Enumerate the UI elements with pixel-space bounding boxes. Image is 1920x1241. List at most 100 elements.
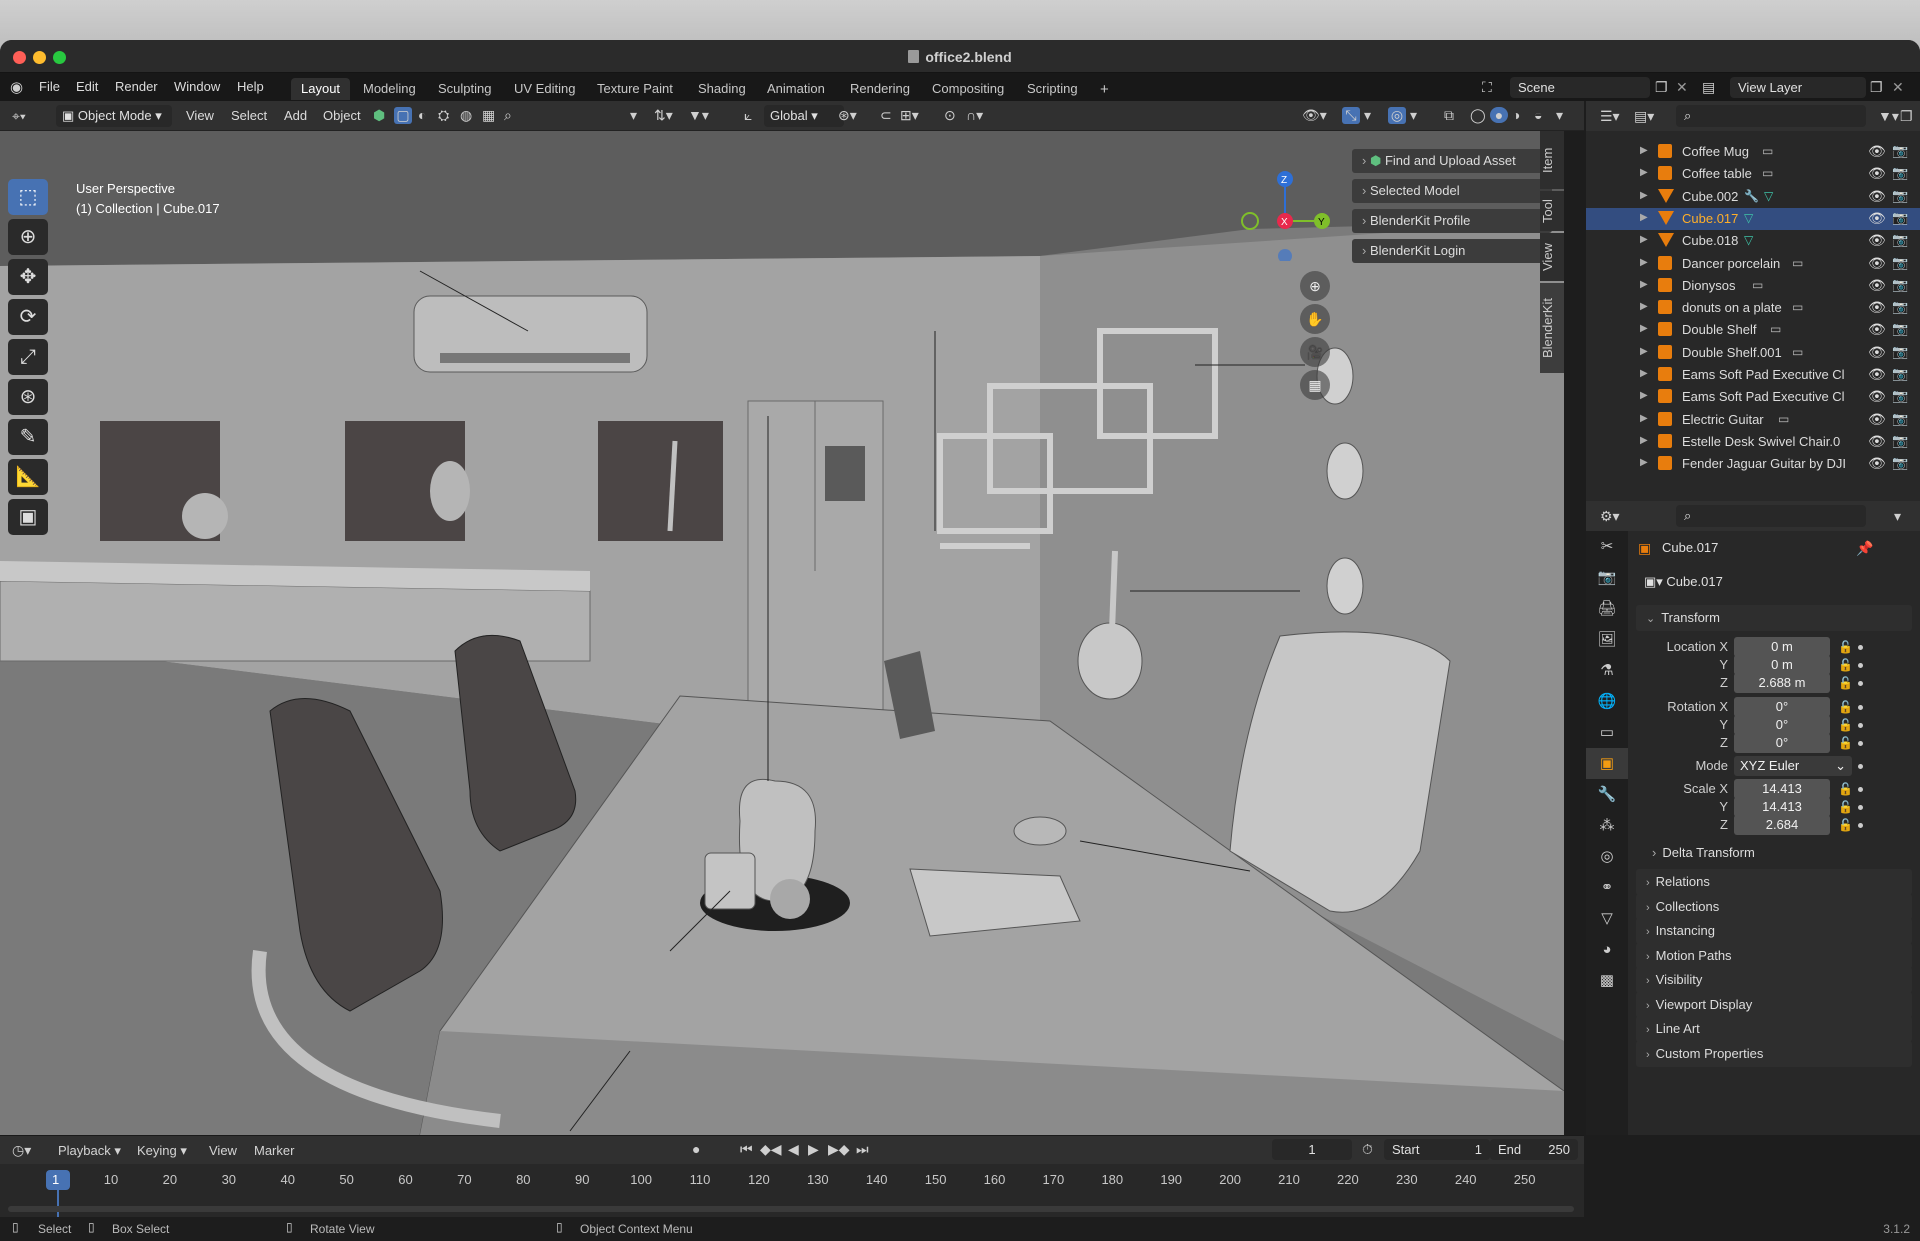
ortho-grid-icon[interactable]: ▦: [1300, 370, 1330, 400]
panel-collections[interactable]: › Collections: [1636, 893, 1912, 920]
remove-scene-icon[interactable]: ✕: [1676, 79, 1688, 96]
solid-shading-icon[interactable]: ●: [1490, 107, 1508, 123]
jump-keyframe-back-icon[interactable]: ◆◀: [760, 1141, 782, 1158]
tool-settings-icon[interactable]: ✂: [1586, 531, 1628, 562]
tab-sculpting[interactable]: Sculpting: [428, 78, 501, 100]
pivot-point-icon[interactable]: ⊛▾: [838, 107, 857, 124]
physics-properties-icon[interactable]: ◎: [1586, 841, 1628, 872]
zoom-icon[interactable]: ⊕: [1300, 271, 1330, 301]
play-reverse-icon[interactable]: ◀: [788, 1141, 799, 1158]
add-cube-tool-icon[interactable]: ▣: [8, 499, 48, 535]
camera-icon[interactable]: 📷: [1892, 411, 1908, 427]
menu-help[interactable]: Help: [237, 79, 264, 94]
new-view-layer-icon[interactable]: ❐: [1870, 79, 1883, 96]
keyframe-dot[interactable]: [1858, 787, 1863, 792]
keyframe-dot[interactable]: [1858, 741, 1863, 746]
scene-icon[interactable]: ⛶: [1482, 79, 1492, 96]
camera-icon[interactable]: 📷: [1892, 210, 1908, 226]
delta-transform-subpanel[interactable]: › Delta Transform: [1652, 845, 1755, 860]
tab-animation[interactable]: Animation: [757, 78, 835, 100]
preview-range-icon[interactable]: ⏱: [1362, 1141, 1373, 1158]
keyframe-dot[interactable]: [1858, 805, 1863, 810]
transform-panel-header[interactable]: ⌄ Transform: [1636, 605, 1912, 631]
eye-icon[interactable]: 👁: [1868, 299, 1886, 316]
keyframe-dot[interactable]: [1858, 663, 1863, 668]
panel-selected-model[interactable]: › Selected Model: [1352, 179, 1552, 203]
timeline-scrollbar[interactable]: [8, 1206, 1574, 1212]
lock-icon[interactable]: 🔓: [1838, 736, 1853, 750]
menu-view[interactable]: View: [186, 108, 214, 123]
outliner-filter-icon[interactable]: ▼▾: [1878, 108, 1899, 125]
visibility-icon[interactable]: 👁▾: [1302, 107, 1327, 124]
orientation-icon[interactable]: ⟀: [744, 107, 752, 124]
location-z-field[interactable]: 2.688 m: [1734, 673, 1830, 693]
panel-viewport-display[interactable]: › Viewport Display: [1636, 991, 1912, 1018]
outliner-item[interactable]: ▶ Electric Guitar 👁 📷 ▭: [1586, 409, 1920, 431]
outliner-item[interactable]: ▶ Dionysos 👁 📷 ▭: [1586, 275, 1920, 297]
orientation-selector[interactable]: Global ▾: [764, 105, 844, 127]
camera-icon[interactable]: 📷: [1892, 366, 1908, 382]
menu-timeline-view[interactable]: View: [209, 1143, 237, 1158]
camera-icon[interactable]: 📷: [1892, 455, 1908, 471]
outliner-item[interactable]: ▶ Fender Jaguar Guitar by DJI 👁 📷: [1586, 453, 1920, 475]
lock-icon[interactable]: 🔓: [1838, 800, 1853, 814]
sidebar-tab-blenderkit[interactable]: BlenderKit: [1540, 283, 1564, 373]
gizmo-icon[interactable]: ⤡: [1342, 107, 1360, 124]
new-scene-icon[interactable]: ❐: [1655, 79, 1668, 96]
menu-render[interactable]: Render: [115, 79, 158, 94]
keyframe-dot[interactable]: [1858, 645, 1863, 650]
eye-icon[interactable]: 👁: [1868, 433, 1886, 450]
measure-tool-icon[interactable]: 📐: [8, 459, 48, 495]
object-name-field[interactable]: ▣▾ Cube.017: [1636, 571, 1872, 593]
expand-arrow-icon[interactable]: ▶: [1640, 390, 1648, 401]
auto-keying-icon[interactable]: ●: [692, 1141, 700, 1157]
shading-options-icon[interactable]: ▾: [1556, 107, 1563, 124]
expand-arrow-icon[interactable]: ▶: [1640, 435, 1648, 446]
tab-texture-paint[interactable]: Texture Paint: [587, 78, 683, 100]
transform-tool-icon[interactable]: ⊛: [8, 379, 48, 415]
tab-rendering[interactable]: Rendering: [840, 78, 920, 100]
proportional-edit-icon[interactable]: ⊙: [944, 107, 956, 124]
jump-keyframe-forward-icon[interactable]: ▶◆: [828, 1141, 850, 1158]
lock-icon[interactable]: 🔓: [1838, 718, 1853, 732]
scale-y-field[interactable]: 14.413: [1734, 797, 1830, 817]
camera-icon[interactable]: 📷: [1892, 188, 1908, 204]
outliner-editor-type-icon[interactable]: ☰▾: [1600, 108, 1620, 125]
outliner-item[interactable]: ▶ Estelle Desk Swivel Chair.0 👁 📷: [1586, 431, 1920, 453]
outliner-item[interactable]: ▶ Cube.017 👁 📷 ▽: [1586, 207, 1920, 230]
rotate-tool-icon[interactable]: ⟳: [8, 299, 48, 335]
camera-icon[interactable]: 📷: [1892, 344, 1908, 360]
lock-icon[interactable]: 🔓: [1838, 676, 1853, 690]
menu-add[interactable]: Add: [284, 108, 307, 123]
keyframe-dot[interactable]: [1858, 705, 1863, 710]
scene-selector[interactable]: Scene: [1510, 77, 1650, 98]
menu-window[interactable]: Window: [174, 79, 220, 94]
eye-icon[interactable]: 👁: [1868, 277, 1886, 294]
menu-select[interactable]: Select: [231, 108, 267, 123]
eye-icon[interactable]: 👁: [1868, 165, 1886, 182]
constraint-properties-icon[interactable]: ⚭: [1586, 872, 1628, 903]
rotation-mode-select[interactable]: XYZ Euler ⌄: [1734, 756, 1852, 776]
gizmo-dropdown-icon[interactable]: ▾: [1364, 107, 1371, 124]
eye-icon[interactable]: 👁: [1868, 411, 1886, 428]
panel-blenderkit-profile[interactable]: › BlenderKit Profile: [1352, 209, 1552, 233]
annotate-tool-icon[interactable]: ✎: [8, 419, 48, 455]
panel-motion-paths[interactable]: › Motion Paths: [1636, 942, 1912, 969]
location-x-field[interactable]: 0 m: [1734, 637, 1830, 657]
scale-x-field[interactable]: 14.413: [1734, 779, 1830, 799]
properties-editor-type-icon[interactable]: ⚙▾: [1600, 508, 1620, 525]
sidebar-tab-tool[interactable]: Tool: [1540, 191, 1564, 231]
wireframe-shading-icon[interactable]: ◯: [1470, 107, 1486, 124]
shading-icon-3[interactable]: ◍: [460, 107, 472, 124]
panel-find-upload-asset[interactable]: › ⬢ Find and Upload Asset: [1352, 149, 1552, 173]
falloff-icon[interactable]: ∩▾: [966, 107, 983, 124]
expand-arrow-icon[interactable]: ▶: [1640, 279, 1648, 290]
snap-icon[interactable]: ⊂: [880, 107, 892, 124]
sidebar-tab-view[interactable]: View: [1540, 233, 1564, 281]
tab-uv-editing[interactable]: UV Editing: [504, 78, 585, 100]
blender-logo-icon[interactable]: ◉: [10, 78, 23, 96]
view-layer-icon[interactable]: ▤: [1702, 79, 1715, 96]
snap-increment-icon[interactable]: ⊞▾: [900, 107, 919, 124]
jump-start-icon[interactable]: ⏮: [740, 1141, 753, 1158]
expand-arrow-icon[interactable]: ▶: [1640, 301, 1648, 312]
